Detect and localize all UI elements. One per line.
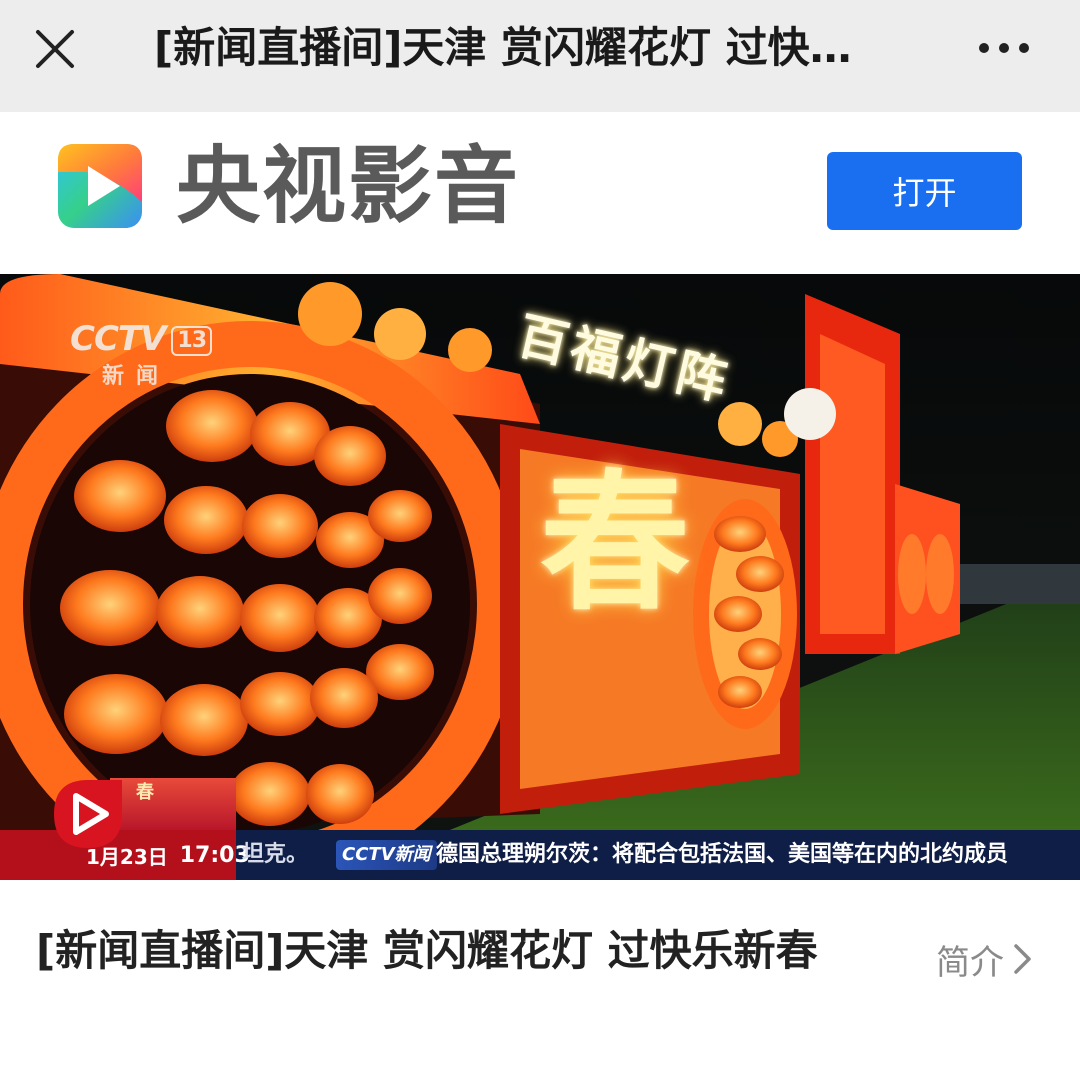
close-icon — [36, 30, 74, 68]
ticker-time: 17:03 — [179, 842, 250, 868]
news-ticker: 1月23日 17:03 坦克。 CCTV新闻 德国总理朔尔茨：将配合包括法国、美… — [0, 830, 1080, 880]
play-badge-icon — [54, 780, 122, 848]
nav-title: [新闻直播间]天津 赏闪耀花灯 过快… — [154, 23, 852, 72]
video-player[interactable]: CCTV 13 新闻 百福灯阵 春 1月23日 17:03 坦克。 CCTV新闻 … — [0, 274, 1080, 880]
intro-label: 简介 — [936, 942, 1004, 983]
ticker-previous-fragment: 坦克。 — [242, 842, 309, 867]
cctv-watermark: CCTV 13 — [70, 320, 213, 358]
more-button[interactable] — [972, 26, 1036, 70]
more-dots-icon — [979, 43, 1029, 53]
ticker-logo: CCTV新闻 — [336, 840, 437, 870]
video-title: [新闻直播间]天津 赏闪耀花灯 过快乐新春 — [36, 926, 818, 975]
channel-name: 新闻 — [102, 364, 171, 389]
ticker-headline: 德国总理朔尔茨：将配合包括法国、美国等在内的北约成员 — [436, 842, 1009, 867]
chevron-right-icon — [1014, 944, 1031, 974]
intro-link[interactable]: 简介 — [936, 934, 1034, 984]
close-button[interactable] — [28, 22, 82, 76]
open-app-button[interactable]: 打开 — [827, 152, 1022, 230]
channel-number: 13 — [171, 325, 213, 356]
promo-thumbnail: 春 — [110, 778, 236, 830]
lantern-chun-char: 春 — [540, 457, 691, 631]
cctv-video-app-logo — [58, 144, 142, 228]
app-name: 央视影音 — [176, 137, 521, 235]
app-banner: 央视影音 打开 — [0, 112, 1080, 274]
top-nav-bar: [新闻直播间]天津 赏闪耀花灯 过快… — [0, 0, 1080, 112]
